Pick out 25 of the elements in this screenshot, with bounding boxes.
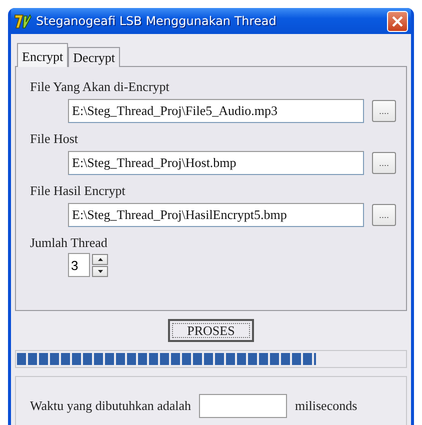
file-path-field[interactable]: E:\Steg_Thread_Proj\File5_Audio.mp3	[68, 99, 364, 123]
elapsed-time-field[interactable]	[199, 394, 288, 418]
field-label: Jumlah Thread	[30, 235, 108, 251]
result-label: Waktu yang dibutuhkan adalah	[30, 398, 192, 414]
spin-down-button[interactable]	[92, 266, 108, 276]
close-icon	[392, 16, 403, 26]
down-arrow-icon	[98, 270, 102, 272]
field-label: File Host	[30, 131, 80, 147]
tab[interactable]: Encrypt	[17, 43, 68, 67]
tab[interactable]: Decrypt	[68, 47, 120, 67]
window-title: Steganogeafi LSB Menggunakan Thread	[36, 14, 278, 28]
file-path-field[interactable]: E:\Steg_Thread_Proj\Host.bmp	[68, 151, 364, 175]
browse-button[interactable]: ....	[372, 204, 396, 226]
field-label: File Hasil Encrypt	[30, 183, 126, 199]
unit-label: miliseconds	[295, 398, 358, 414]
file-path-field[interactable]: E:\Steg_Thread_Proj\HasilEncrypt5.bmp	[68, 203, 364, 227]
up-arrow-icon	[98, 258, 102, 260]
field-label: File Yang Akan di-Encrypt	[30, 79, 170, 95]
close-button[interactable]	[387, 10, 408, 32]
process-button[interactable]: PROSES	[168, 319, 254, 342]
browse-button[interactable]: ....	[372, 152, 396, 174]
app-icon	[14, 13, 32, 29]
browse-button[interactable]: ....	[372, 100, 396, 122]
spin-up-button[interactable]	[92, 254, 108, 264]
thread-count-field[interactable]: 3	[68, 253, 90, 277]
